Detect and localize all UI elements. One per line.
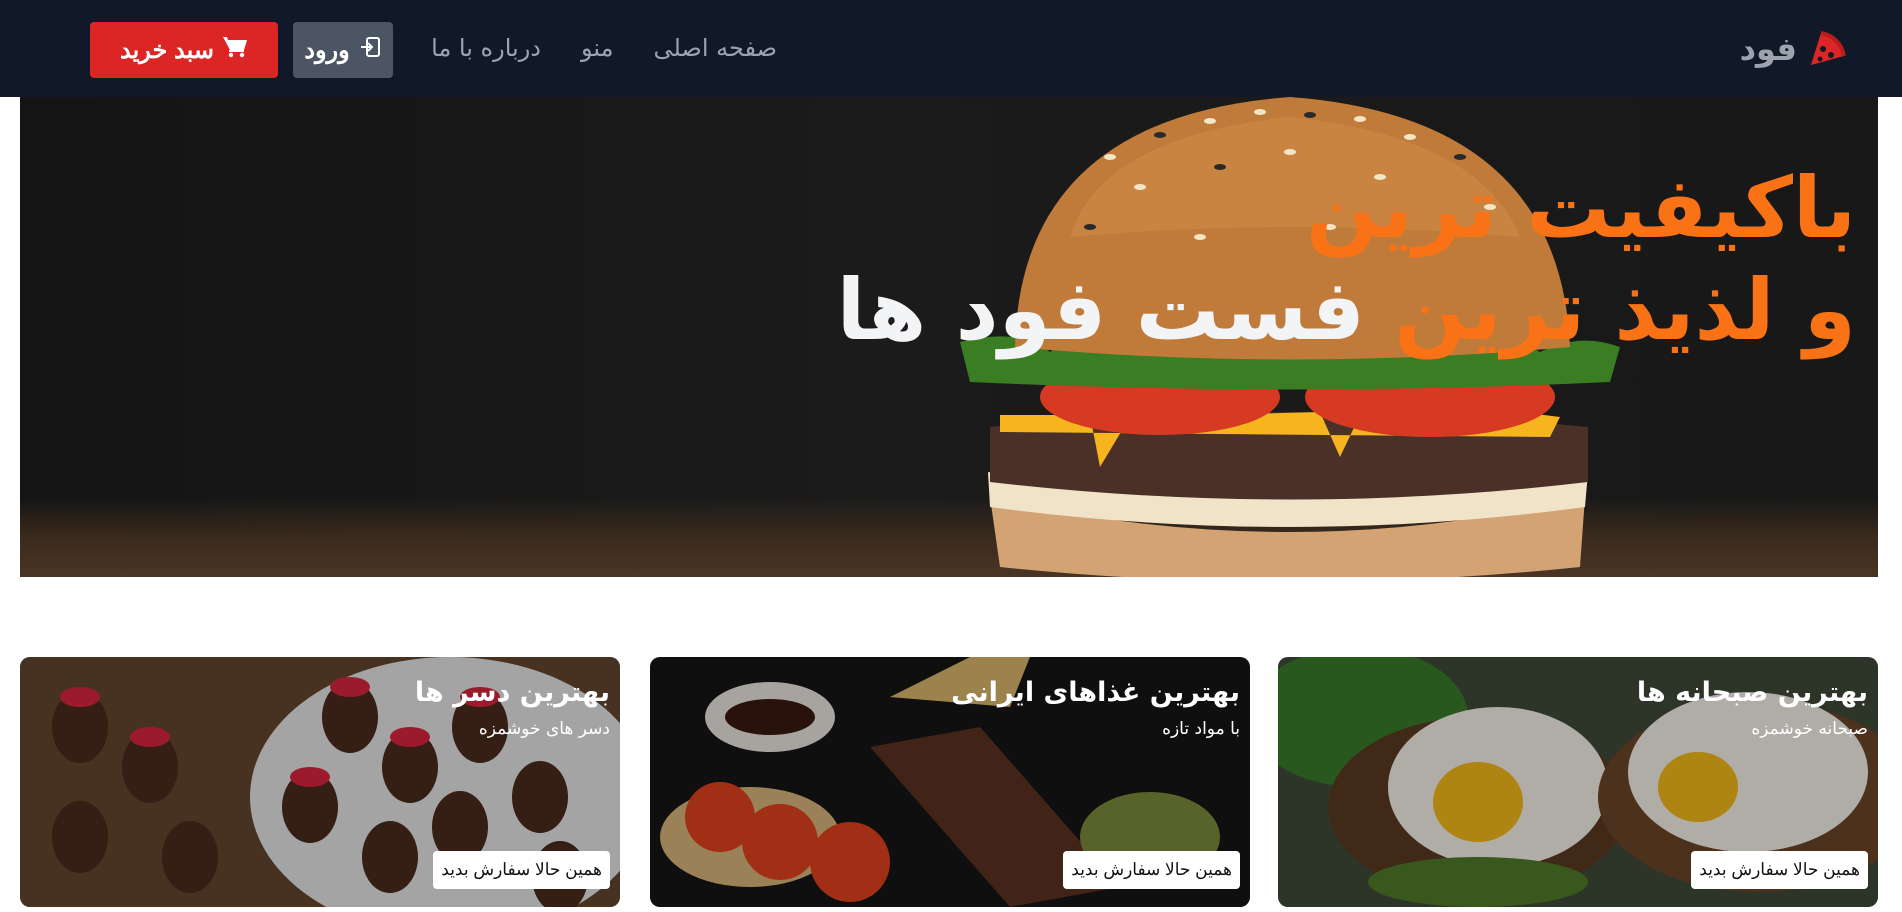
cart-button[interactable]: سبد خرید [90, 22, 278, 78]
nav-link-about[interactable]: درباره با ما [431, 30, 541, 66]
card-subtitle: دسر های خوشمزه [478, 719, 610, 739]
nav-link-home[interactable]: صفحه اصلی [653, 30, 777, 66]
shopping-cart-icon [222, 35, 248, 66]
card-iranian-food[interactable]: بهترین غذاهای ایرانی با مواد تازه همین ح… [650, 657, 1250, 907]
brand[interactable]: فود [1740, 26, 1847, 72]
order-now-button[interactable]: همین حالا سفارش بدید [1063, 851, 1240, 889]
nav-links: صفحه اصلی منو درباره با ما [431, 30, 777, 66]
card-subtitle: با مواد تازه [1162, 719, 1240, 739]
card-title: بهترین دسر ها [414, 677, 610, 708]
hero-line-1: باکیفیت ترین [837, 157, 1856, 259]
hero-line-2-orange: و لذیذ ترین [1394, 261, 1856, 359]
pizza-slice-icon [1807, 29, 1847, 69]
hero-line-2-white: فست فود ها [836, 261, 1365, 359]
login-label: ورود [304, 36, 350, 64]
order-now-button[interactable]: همین حالا سفارش بدید [1691, 851, 1868, 889]
order-now-button[interactable]: همین حالا سفارش بدید [433, 851, 610, 889]
sign-in-icon [358, 35, 382, 66]
card-breakfast[interactable]: بهترین صبحانه ها صبحانه خوشمزه همین حالا… [1278, 657, 1878, 907]
card-desserts[interactable]: بهترین دسر ها دسر های خوشمزه همین حالا س… [20, 657, 620, 907]
nav-actions: ورود سبد خرید [90, 22, 393, 78]
card-title: بهترین غذاهای ایرانی [951, 677, 1240, 708]
hero-line-1-orange: باکیفیت ترین [1305, 159, 1856, 257]
navbar: فود صفحه اصلی منو درباره با ما ورود سبد … [0, 0, 1902, 97]
card-title: بهترین صبحانه ها [1636, 677, 1868, 708]
nav-link-menu[interactable]: منو [581, 30, 614, 66]
login-button[interactable]: ورود [293, 22, 393, 78]
hero-line-2: و لذیذ ترین فست فود ها [837, 259, 1856, 361]
category-cards: بهترین صبحانه ها صبحانه خوشمزه همین حالا… [20, 657, 1878, 907]
hero-heading: باکیفیت ترین و لذیذ ترین فست فود ها [837, 157, 1856, 361]
card-subtitle: صبحانه خوشمزه [1751, 719, 1868, 739]
hero-banner: باکیفیت ترین و لذیذ ترین فست فود ها [20, 97, 1878, 577]
cart-label: سبد خرید [120, 36, 214, 64]
brand-name: فود [1739, 30, 1797, 68]
